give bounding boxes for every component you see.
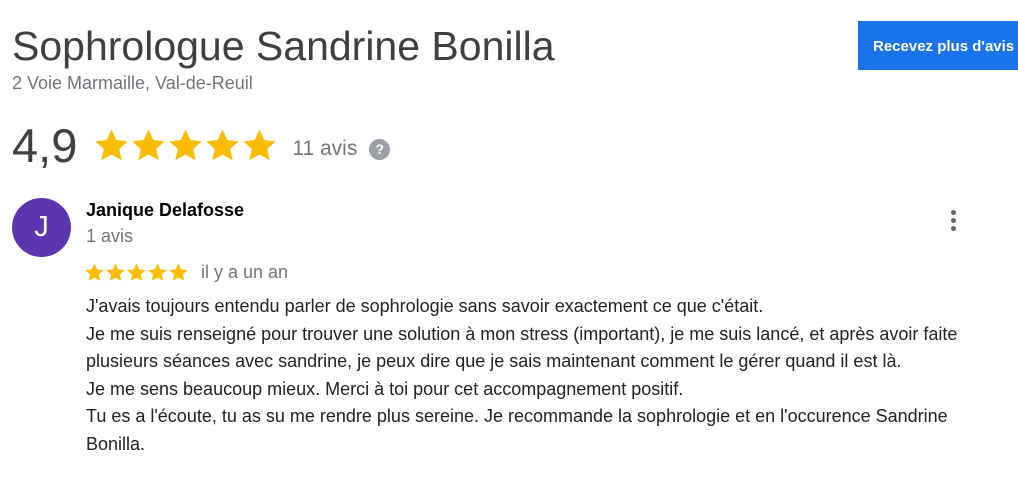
review-rating: il y a un an	[84, 259, 288, 285]
rating-value: 4,9	[12, 119, 78, 172]
review-paragraph: Tu es a l'écoute, tu as su me rendre plu…	[86, 406, 948, 454]
review-paragraph: Je me suis renseigné pour trouver une so…	[86, 323, 958, 372]
review-text: J'avais toujours entendu parler de sophr…	[86, 293, 1011, 458]
more-vert-icon[interactable]	[936, 203, 970, 237]
star-icon	[243, 128, 277, 160]
star-icon	[132, 128, 166, 160]
overall-rating: 4,9 11 avis ?	[12, 118, 391, 174]
reviews-page: Sophrologue Sandrine Bonilla 2 Voie Marm…	[0, 0, 1018, 501]
star-icon	[206, 128, 240, 160]
get-more-reviews-button[interactable]: Recevez plus d'avis	[858, 21, 1018, 70]
avatar[interactable]: J	[12, 198, 71, 257]
review-paragraph: J'avais toujours entendu parler de sophr…	[86, 296, 764, 316]
review-star-rating	[84, 262, 189, 283]
star-icon	[106, 262, 125, 281]
reviewer-name[interactable]: Janique Delafosse	[86, 199, 244, 221]
review-date: il y a un an	[201, 261, 289, 282]
review-paragraph: Je me sens beaucoup mieux. Merci à toi p…	[86, 378, 684, 399]
more-dot	[950, 209, 956, 215]
star-icon	[169, 128, 203, 160]
more-dot	[950, 225, 956, 231]
help-circle-icon[interactable]: ?	[369, 138, 391, 160]
star-icon	[127, 262, 146, 281]
more-dot	[950, 217, 956, 223]
business-name: Sophrologue Sandrine Bonilla	[12, 23, 555, 69]
business-address: 2 Voie Marmaille, Val-de-Reuil	[12, 73, 253, 93]
reviewer-review-count: 1 avis	[86, 226, 134, 246]
overall-star-rating	[93, 127, 278, 164]
review-count[interactable]: 11 avis	[292, 137, 357, 161]
star-icon	[169, 262, 188, 281]
star-icon	[85, 262, 104, 281]
star-icon	[95, 128, 129, 160]
star-icon	[148, 262, 167, 281]
